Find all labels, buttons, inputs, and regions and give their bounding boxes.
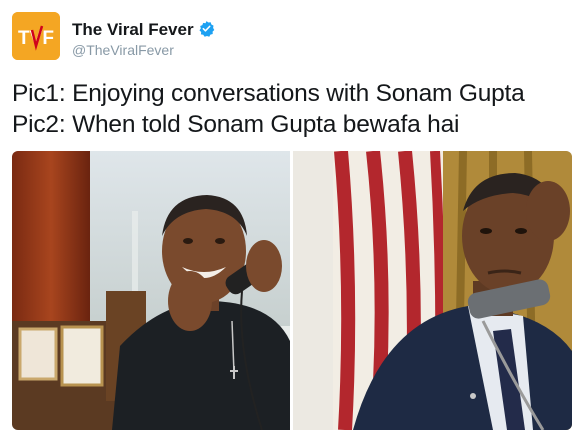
photo-man-serious-on-phone[interactable] (293, 151, 572, 430)
tweet-text: Pic1: Enjoying conversations with Sonam … (12, 78, 578, 140)
author-name[interactable]: The Viral Fever (72, 20, 215, 40)
author-handle[interactable]: @TheViralFever (72, 42, 174, 58)
tweet-line-2: Pic2: When told Sonam Gupta bewafa hai (12, 111, 460, 138)
tweet-media[interactable] (12, 151, 572, 430)
tweet-line-1: Pic1: Enjoying conversations with Sonam … (12, 80, 525, 107)
author-name-label: The Viral Fever (72, 20, 194, 39)
verified-badge-icon (199, 21, 214, 37)
photo-man-laughing-on-phone[interactable] (12, 151, 290, 430)
tweet-header: TVF The Viral Fever @TheViralFever (12, 12, 572, 62)
tvf-logo-icon: TVF (12, 12, 60, 60)
avatar[interactable]: TVF (12, 12, 60, 60)
